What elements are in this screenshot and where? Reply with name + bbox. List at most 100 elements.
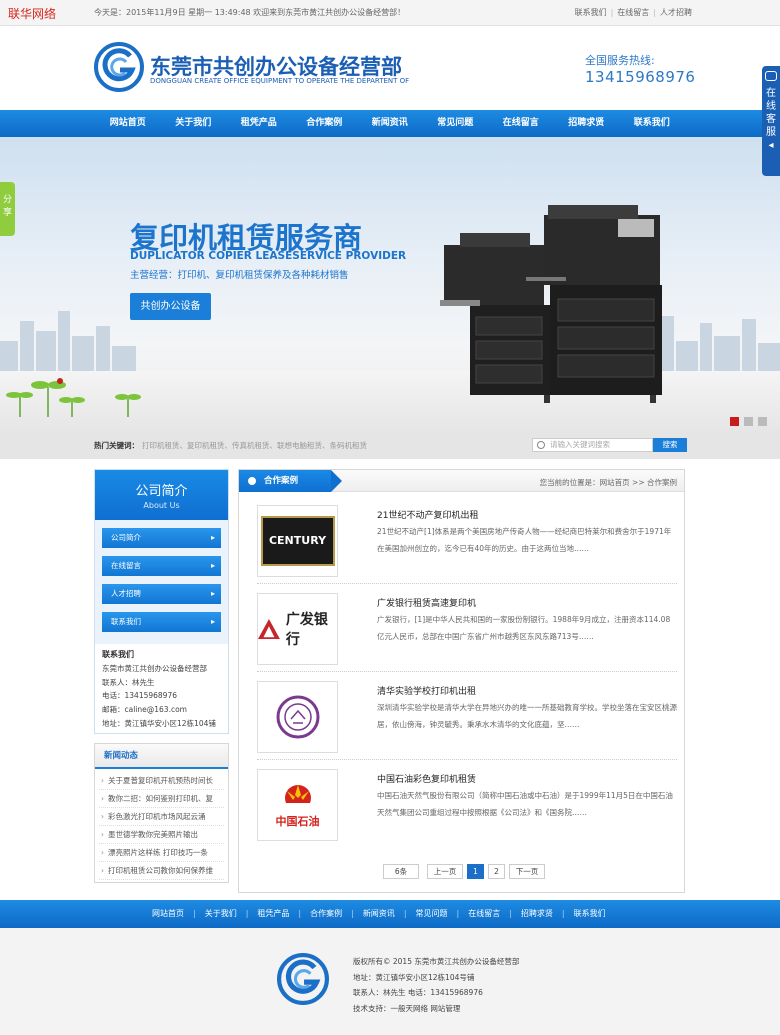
nav-home[interactable]: 网站首页 [95,110,161,137]
hotline-number: 13415968976 [585,68,696,86]
pager-count: 6条 [383,864,419,879]
nav-news[interactable]: 新闻资讯 [357,110,423,137]
sidebar-item-contact[interactable]: 联系我们 [102,612,221,632]
case-title[interactable]: 21世纪不动产复印机出租 [377,508,478,521]
case-desc: 中国石油天然气股份有限公司（简称中国石油或中石油）是于1999年11月5日在中国… [377,791,673,817]
case-title[interactable]: 广发银行租赁高速复印机 [377,596,476,609]
search-input[interactable]: 请输入关键词搜索 [532,438,653,452]
footer-nav-faq[interactable]: 常见问题 [416,900,448,928]
footer-logo-icon [277,953,329,1005]
news-item[interactable]: 打印机租赁公司教你如何保养维 [99,862,224,880]
nav-cases[interactable]: 合作案例 [292,110,358,137]
search-icon [537,441,545,449]
pagination: 6条 上一页 1 2 下一页 [383,864,545,879]
divider [257,759,677,760]
footer-support[interactable]: 技术支持：一般天网络 网站管理 [353,1001,519,1017]
school-seal-icon [276,695,319,739]
banner-dot-1[interactable] [730,417,739,426]
search-placeholder: 请输入关键词搜索 [550,440,610,449]
footer: 版权所有© 2015 东莞市黄江共创办公设备经营部 地址：黄江镇华安小区12栋1… [0,928,780,1035]
news-title: 新闻动态 [95,744,228,769]
pager-next[interactable]: 下一页 [509,864,545,879]
top-link-contact[interactable]: 联系我们 [575,8,607,17]
share-button[interactable]: 分享 [0,182,15,236]
nav-products[interactable]: 租凭产品 [226,110,292,137]
footer-nav-jobs[interactable]: 招聘求贤 [521,900,553,928]
kefu-char: 线 [766,101,776,112]
nav-contact[interactable]: 联系我们 [619,110,685,137]
contact-title: 联系我们 [102,650,134,659]
cases-panel: 合作案例 您当前的位置是：网站首页 >> 合作案例 CENTURY 21 21世… [238,469,685,893]
about-title-en: About Us [143,501,180,510]
footer-nav-news[interactable]: 新闻资讯 [363,900,395,928]
case-item[interactable]: CENTURY 21 21世纪不动产复印机出租 21世纪不动产[1]体系是两个美… [257,505,677,593]
contact-person: 联系人：林先生 [102,677,155,687]
case-item[interactable]: 中国石油 中国石油彩色复印机租赁 中国石油天然气股份有限公司（简称中国石油或中石… [257,769,677,849]
case-item[interactable]: 清华实验学校打印机出租 深圳清华实验学校是清华大学在异地兴办的唯一一所基础教育学… [257,681,677,761]
case-item[interactable]: 广发银行 广发银行租赁高速复印机 广发银行，[1]是中华人民共和国的一家股份制银… [257,593,677,673]
footer-nav-contact[interactable]: 联系我们 [574,900,606,928]
case-thumb-cgb[interactable]: 广发银行 [257,593,338,665]
sidebar-item-about[interactable]: 公司简介 [102,528,221,548]
pager-prev[interactable]: 上一页 [427,864,463,879]
about-title: 公司简介 [135,484,188,499]
petrochina-logo-icon [284,785,311,811]
top-links: 联系我们 | 在线留言 | 人才招聘 [574,8,692,17]
top-link-message[interactable]: 在线留言 [617,8,649,17]
nav-message[interactable]: 在线留言 [488,110,554,137]
footer-info: 版权所有© 2015 东莞市黄江共创办公设备经营部 地址：黄江镇华安小区12栋1… [353,954,519,1016]
kefu-char: 服 [766,127,776,138]
hotline-label: 全国服务热线: [585,54,655,67]
search-button[interactable]: 搜索 [653,438,687,452]
contact-company: 东莞市黄江共创办公设备经营部 [102,663,207,673]
hot-keywords-list[interactable]: 打印机租赁、复印机租赁、传真机租赁、联想电脑租赁、条码机租赁 [142,440,367,451]
watermark: 联华网络 [8,7,57,21]
company-logo-icon[interactable] [94,42,144,92]
case-thumb-century21[interactable]: CENTURY 21 [257,505,338,593]
divider [257,671,677,672]
news-panel: 新闻动态 关于夏普复印机开机预热时间长 教你二招：如何鉴别打印机、复 彩色激光打… [94,743,229,883]
case-title[interactable]: 中国石油彩色复印机租赁 [377,772,476,785]
top-link-jobs[interactable]: 人才招聘 [660,8,692,17]
about-menu: 公司简介 在线留言 人才招聘 联系我们 [95,520,228,644]
banner-dot-2[interactable] [744,417,753,426]
online-service-button[interactable]: 在 线 客 服 ◂ [762,66,780,176]
pager-page-1[interactable]: 1 [467,864,484,879]
sidebar-item-jobs[interactable]: 人才招聘 [102,584,221,604]
banner-button[interactable]: 共创办公设备 [130,293,211,320]
case-title[interactable]: 清华实验学校打印机出租 [377,684,476,697]
kefu-char: 在 [766,88,776,99]
news-item[interactable]: 关于夏普复印机开机预热时间长 [99,772,224,790]
sidebar-item-message[interactable]: 在线留言 [102,556,221,576]
nav-jobs[interactable]: 招聘求贤 [554,110,620,137]
case-desc: 深圳清华实验学校是清华大学在异地兴办的唯一一所基础教育学校。学校坐落在宝安区桃源… [377,703,677,729]
header: 东莞市共创办公设备经营部 DONGGUAN CREATE OFFICE EQUI… [0,26,780,110]
footer-nav-cases[interactable]: 合作案例 [310,900,342,928]
pager-page-2[interactable]: 2 [488,864,505,879]
news-item[interactable]: 教你二招：如何鉴别打印机、复 [99,790,224,808]
footer-nav-home[interactable]: 网站首页 [152,900,184,928]
welcome-text: 今天是：2015年11月9日 星期一 13:49:48 欢迎来到东莞市黄江共创办… [94,8,406,17]
footer-nav-products[interactable]: 租凭产品 [257,900,289,928]
cases-tab: 合作案例 [239,470,342,492]
chat-icon [765,71,777,81]
nav-about[interactable]: 关于我们 [161,110,227,137]
cgb-logo-icon [258,618,280,640]
news-item[interactable]: 彩色激光打印机市场风起云涌 [99,808,224,826]
footer-contact: 联系人：林先生 电话：13415968976 [353,988,483,997]
footer-nav-message[interactable]: 在线留言 [468,900,500,928]
news-item[interactable]: 漂亮照片这样练 打印技巧一条 [99,844,224,862]
case-desc: 广发银行，[1]是中华人民共和国的一家股份制银行。1988年9月成立，注册资本1… [377,615,671,641]
contact-address: 地址：黄江镇华安小区12栋104铺 [102,718,216,728]
footer-nav-about[interactable]: 关于我们 [205,900,237,928]
nav-faq[interactable]: 常见问题 [423,110,489,137]
copier-machines-image [440,205,662,403]
case-thumb-tsinghua[interactable] [257,681,338,753]
company-name-en: DONGGUAN CREATE OFFICE EQUIPMENT TO OPER… [150,77,410,85]
sidebar: 公司简介 About Us 公司简介 在线留言 人才招聘 联系我们 联系我们 东… [94,469,229,883]
news-item[interactable]: 墨世德学教你完美照片输出 [99,826,224,844]
case-thumb-petrochina[interactable]: 中国石油 [257,769,338,841]
main-nav: 网站首页 关于我们 租凭产品 合作案例 新闻资讯 常见问题 在线留言 招聘求贤 … [0,110,780,137]
banner-dot-3[interactable] [758,417,767,426]
about-header: 公司简介 About Us [95,470,228,520]
